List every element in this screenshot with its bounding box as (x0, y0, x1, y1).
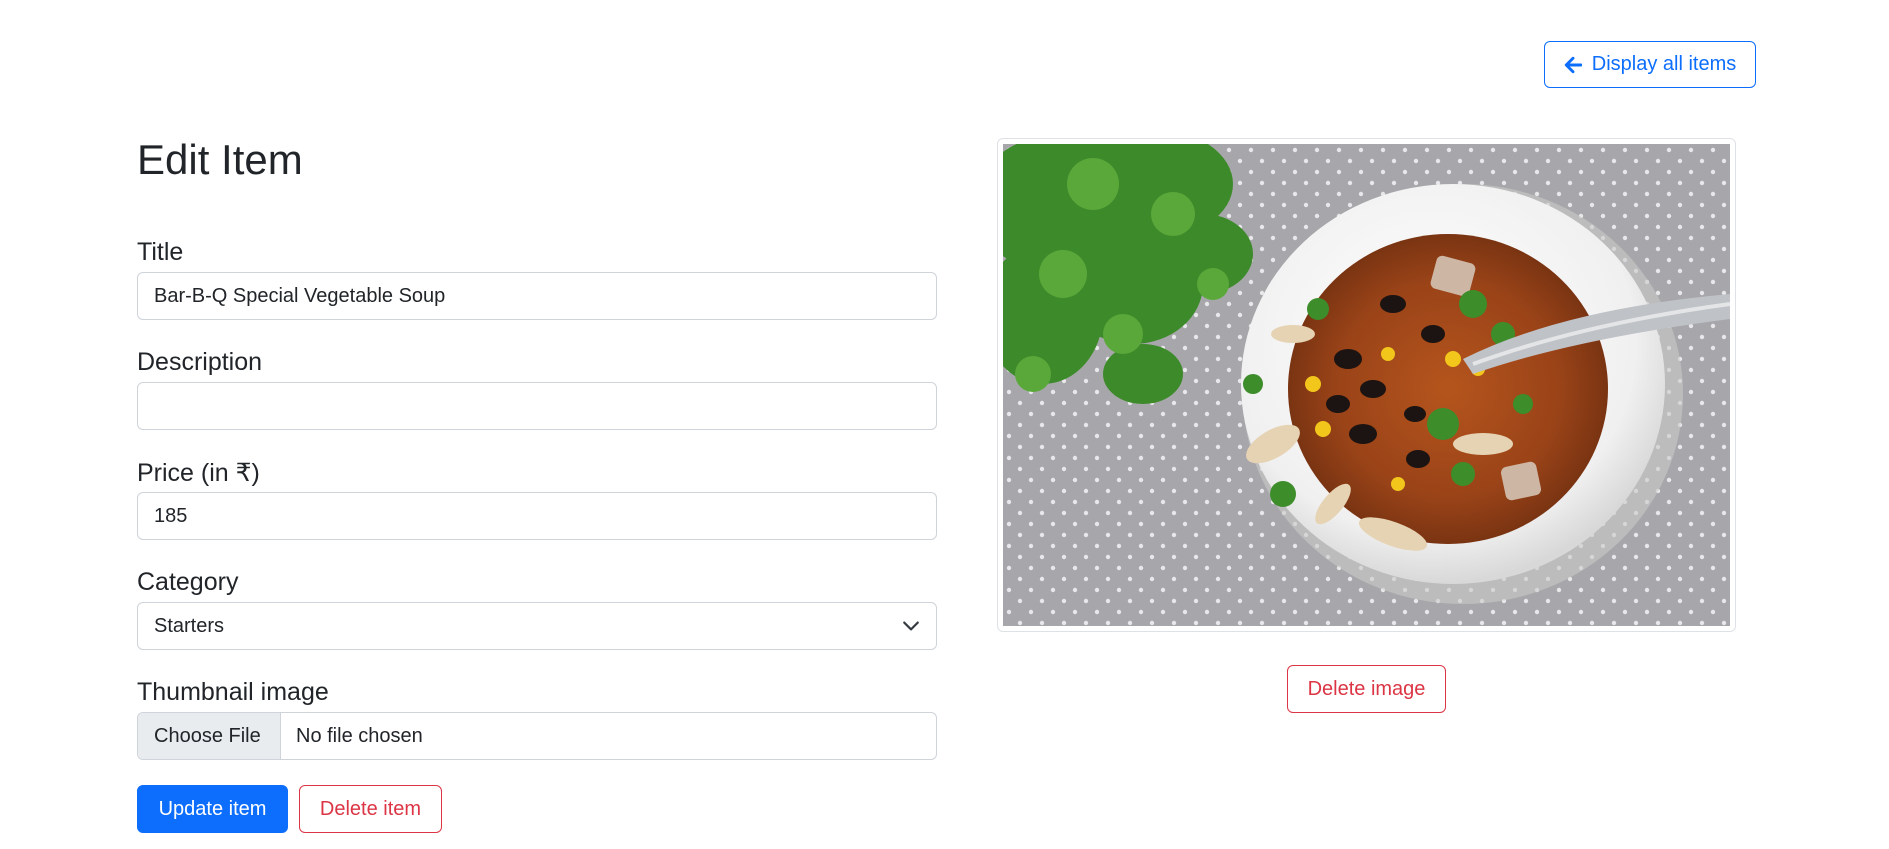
display-all-items-label: Display all items (1591, 53, 1737, 75)
title-label: Title (137, 238, 184, 266)
display-all-items-button[interactable]: Display all items (1544, 41, 1756, 88)
title-input[interactable]: Bar-B-Q Special Vegetable Soup (137, 272, 937, 320)
delete-item-button[interactable]: Delete item (299, 785, 442, 833)
delete-image-button[interactable]: Delete image (1287, 665, 1446, 713)
price-input[interactable]: 185 (137, 492, 937, 540)
page-title: Edit Item (137, 136, 303, 183)
price-label: Price (in ₹) (137, 459, 260, 487)
soup-bowl-image (1003, 144, 1730, 626)
thumbnail-label: Thumbnail image (137, 678, 329, 706)
description-label: Description (137, 348, 263, 376)
update-item-button[interactable]: Update item (137, 785, 288, 833)
arrow-left-icon (1564, 56, 1582, 73)
thumbnail-preview (997, 138, 1736, 632)
category-selected-value: Starters (154, 614, 225, 637)
choose-file-button[interactable]: Choose File (138, 713, 281, 759)
file-status-text: No file chosen (296, 724, 423, 747)
chevron-down-icon (903, 621, 919, 631)
category-label: Category (137, 568, 239, 596)
description-input[interactable] (137, 382, 937, 430)
category-select[interactable]: Starters (137, 602, 937, 650)
thumbnail-file-input[interactable]: Choose File No file chosen (137, 712, 937, 760)
